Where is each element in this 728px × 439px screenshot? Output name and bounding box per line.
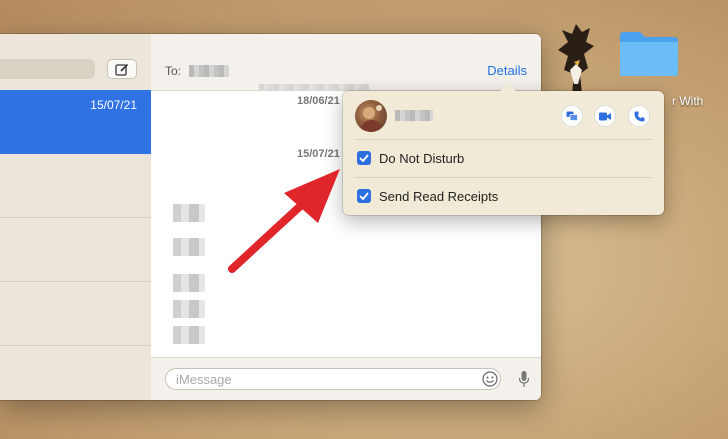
recipient-name-redacted (189, 65, 229, 77)
screen-share-icon (566, 111, 578, 121)
imessage-input[interactable] (165, 368, 501, 390)
do-not-disturb-label: Do Not Disturb (379, 150, 465, 166)
do-not-disturb-option[interactable]: Do Not Disturb (357, 148, 464, 168)
message-header-faded (259, 84, 369, 90)
screen-share-button[interactable] (561, 105, 583, 127)
send-read-receipts-label: Send Read Receipts (379, 188, 499, 204)
folder-label: r With (672, 94, 704, 108)
conversation-date: 15/07/21 (90, 98, 137, 112)
message-bubble-redacted (169, 326, 209, 344)
details-button[interactable]: Details (487, 63, 527, 78)
message-input-bar (151, 357, 541, 400)
compose-button[interactable] (107, 59, 137, 79)
avatar-photo-icon (359, 105, 383, 132)
phone-call-button[interactable] (628, 105, 650, 127)
microphone-icon[interactable] (518, 370, 530, 388)
do-not-disturb-checkbox[interactable] (357, 151, 371, 165)
message-timestamp: 18/06/21 (297, 95, 340, 107)
checkmark-icon (359, 192, 369, 200)
popover-divider (355, 177, 652, 178)
checkmark-icon (359, 154, 369, 162)
contact-name-redacted (395, 110, 433, 121)
sidebar-search-field[interactable] (0, 59, 95, 79)
chat-pane: To: Details 18/06/21 15/07/21 (151, 34, 541, 400)
send-read-receipts-checkbox[interactable] (357, 189, 371, 203)
compose-icon (115, 63, 129, 76)
conversation-row-selected[interactable]: 15/07/21 (0, 90, 151, 154)
message-bubble-redacted (169, 274, 209, 292)
messages-window: 15/07/21 To: Details 18/06/21 15/07/21 (0, 34, 541, 400)
video-camera-icon (599, 112, 611, 120)
message-timestamp: 15/07/21 (297, 148, 340, 160)
phone-icon (634, 111, 644, 121)
conversation-row[interactable] (0, 346, 151, 400)
avatar (355, 100, 387, 132)
message-bubble-redacted (169, 300, 209, 318)
conversation-row[interactable] (0, 218, 151, 282)
sidebar: 15/07/21 (0, 34, 152, 400)
message-bubble-redacted (169, 204, 209, 222)
video-call-button[interactable] (594, 105, 616, 127)
message-bubble-redacted (169, 238, 209, 256)
to-label: To: (165, 64, 182, 78)
emoji-icon[interactable] (482, 371, 498, 387)
conversation-row[interactable] (0, 154, 151, 218)
send-read-receipts-option[interactable]: Send Read Receipts (357, 186, 498, 206)
popover-arrow (499, 83, 517, 92)
chat-header: To: Details (151, 34, 541, 91)
conversation-row[interactable] (0, 282, 151, 346)
popover-divider (355, 139, 652, 140)
folder-icon[interactable] (618, 28, 680, 78)
details-popover: Do Not Disturb Send Read Receipts (343, 83, 664, 215)
